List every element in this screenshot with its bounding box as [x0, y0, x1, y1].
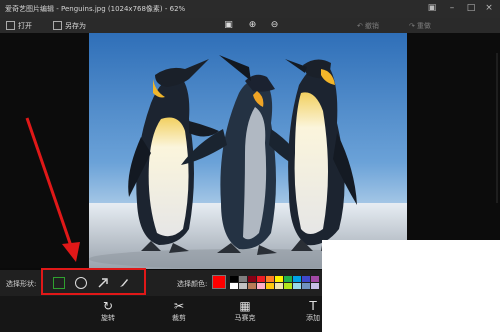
window-title: 爱奇艺图片编辑 - Penguins.jpg (1024x768像素) - 62…: [5, 5, 186, 13]
main-toolbar: 打开 另存为 ▣ ⊕ ⊖ ↶ 撤销 ↷ 重做: [0, 18, 500, 33]
color-swatch[interactable]: [302, 283, 310, 289]
shape-label: 选择形状:: [6, 280, 37, 288]
color-palette: [230, 276, 319, 289]
open-button[interactable]: 打开: [6, 20, 32, 31]
save-as-label: 另存为: [65, 21, 86, 30]
color-swatch[interactable]: [266, 276, 274, 282]
close-button[interactable]: ×: [483, 2, 495, 15]
color-swatch[interactable]: [257, 276, 265, 282]
minimize-button[interactable]: –: [446, 2, 458, 15]
color-swatch[interactable]: [239, 276, 247, 282]
undo-button[interactable]: ↶ 撤销: [357, 20, 379, 31]
skin-icon[interactable]: ▣: [426, 2, 438, 15]
open-label: 打开: [18, 21, 32, 30]
mosaic-icon: ▦: [239, 299, 251, 313]
crop-label: 裁剪: [172, 314, 186, 322]
title-bar: 爱奇艺图片编辑 - Penguins.jpg (1024x768像素) - 62…: [0, 0, 500, 18]
color-swatch[interactable]: [293, 283, 301, 289]
color-swatch[interactable]: [230, 283, 238, 289]
crop-icon: ✂: [173, 299, 185, 313]
redo-label: 重做: [416, 21, 431, 30]
rotate-icon: ↻: [102, 299, 114, 313]
rotate-label: 旋转: [101, 314, 115, 322]
rotate-button[interactable]: ↻ 旋转: [88, 298, 128, 323]
color-swatch[interactable]: [275, 276, 283, 282]
color-swatch[interactable]: [302, 276, 310, 282]
color-swatch[interactable]: [239, 283, 247, 289]
zoom-in-icon[interactable]: ⊕: [247, 20, 258, 31]
actual-size-icon[interactable]: ▣: [223, 20, 234, 31]
save-as-button[interactable]: 另存为: [53, 20, 86, 31]
penguins-photo: [89, 33, 407, 269]
save-as-icon: [53, 21, 62, 30]
color-swatch[interactable]: [293, 276, 301, 282]
color-swatch[interactable]: [230, 276, 238, 282]
annotation-highlight-box: [41, 268, 146, 295]
undo-icon: ↶: [357, 21, 363, 30]
color-swatch[interactable]: [275, 283, 283, 289]
current-color-swatch: [212, 275, 226, 289]
white-cover-block: [322, 240, 500, 332]
crop-button[interactable]: ✂ 裁剪: [159, 298, 199, 323]
color-swatch[interactable]: [311, 276, 319, 282]
color-swatch[interactable]: [266, 283, 274, 289]
color-swatch[interactable]: [248, 283, 256, 289]
maximize-button[interactable]: □: [465, 2, 477, 15]
mosaic-label: 马赛克: [234, 314, 256, 322]
image-canvas[interactable]: [0, 33, 500, 269]
color-label: 选择颜色:: [177, 280, 208, 288]
undo-label: 撤销: [364, 21, 379, 30]
color-swatch[interactable]: [248, 276, 256, 282]
color-swatch[interactable]: [257, 283, 265, 289]
open-icon: [6, 21, 15, 30]
canvas-scrollbar[interactable]: [496, 53, 498, 203]
redo-icon: ↷: [409, 21, 415, 30]
color-swatch[interactable]: [284, 283, 292, 289]
color-swatch[interactable]: [311, 283, 319, 289]
mosaic-button[interactable]: ▦ 马赛克: [225, 298, 265, 323]
color-swatch[interactable]: [284, 276, 292, 282]
redo-button[interactable]: ↷ 重做: [409, 20, 431, 31]
zoom-out-icon[interactable]: ⊖: [269, 20, 280, 31]
